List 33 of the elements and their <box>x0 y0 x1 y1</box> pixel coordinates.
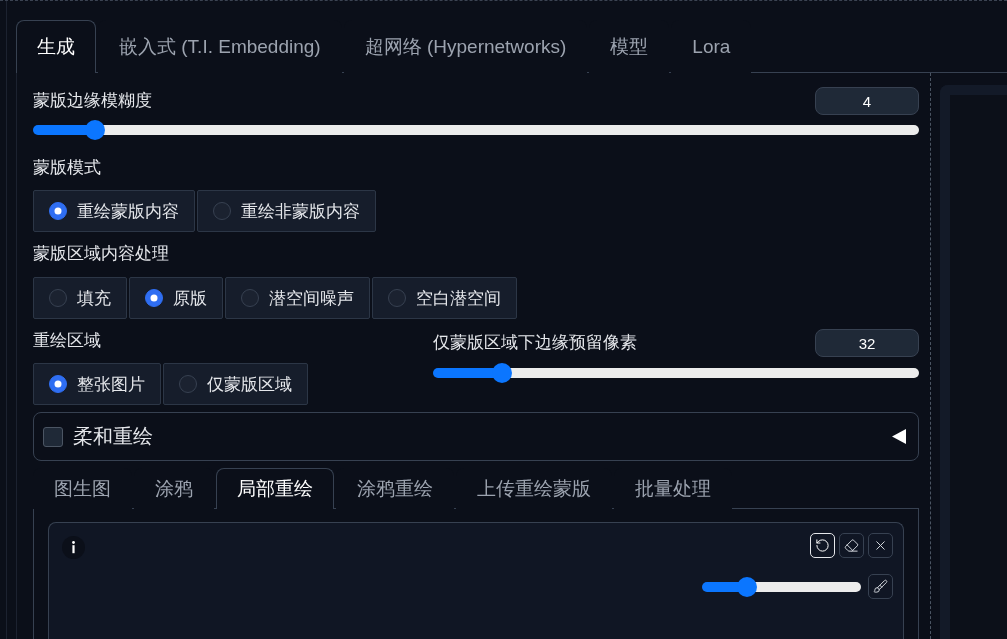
radio-option[interactable]: 填充 <box>33 277 127 319</box>
field-label: 蒙版边缘模糊度 <box>33 90 152 112</box>
radio-option[interactable]: 空白潜空间 <box>372 277 517 319</box>
checkbox-label: 柔和重绘 <box>73 424 153 449</box>
slider-thumb[interactable] <box>85 120 105 140</box>
eraser-icon <box>844 538 859 553</box>
brush-icon <box>873 579 888 594</box>
eraser-button[interactable] <box>839 533 864 558</box>
slider-thumb[interactable] <box>492 363 512 383</box>
radio-option[interactable]: 重绘蒙版内容 <box>33 190 195 232</box>
tab[interactable]: 局部重绘 <box>216 468 334 509</box>
info-icon[interactable] <box>62 536 85 559</box>
field-label: 重绘区域 <box>33 330 101 352</box>
slider-thumb[interactable] <box>737 576 757 597</box>
field-label: 蒙版区域内容处理 <box>33 243 169 265</box>
close-button[interactable] <box>868 533 893 558</box>
radio-option[interactable]: 整张图片 <box>33 363 161 405</box>
caret-icon[interactable] <box>891 429 906 444</box>
undo-icon <box>815 538 830 553</box>
number-field[interactable]: 4 <box>815 87 919 115</box>
tab[interactable]: 生成 <box>16 20 96 73</box>
close-icon <box>873 538 888 553</box>
radio-option[interactable]: 重绘非蒙版内容 <box>197 190 376 232</box>
radio-option[interactable]: 原版 <box>129 277 223 319</box>
field-label: 仅蒙版区域下边缘预留像素 <box>433 332 637 354</box>
number-field[interactable]: 32 <box>815 329 919 357</box>
undo-button[interactable] <box>810 533 835 558</box>
radio-option[interactable]: 仅蒙版区域 <box>163 363 308 405</box>
accordion-header[interactable]: 柔和重绘 <box>33 412 919 461</box>
radio-option[interactable]: 潜空间噪声 <box>225 277 370 319</box>
checkbox[interactable] <box>43 426 63 447</box>
brush-button[interactable] <box>868 574 893 599</box>
field-label: 蒙版模式 <box>33 157 101 179</box>
